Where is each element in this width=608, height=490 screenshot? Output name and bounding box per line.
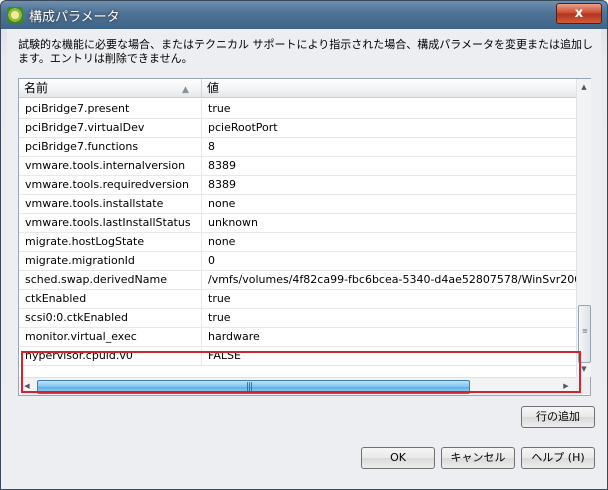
highlight-box (21, 351, 581, 393)
param-name: scsi0:0.ctkEnabled (19, 308, 202, 327)
table-row[interactable]: migrate.migrationId 0 (19, 251, 576, 271)
description-text: 試験的な機能に必要な場合、またはテクニカル サポートにより指示された場合、構成パ… (18, 38, 593, 65)
param-value[interactable]: pcieRootPort (202, 118, 576, 137)
app-icon (7, 7, 23, 23)
table-row[interactable]: sched.swap.derivedName/vmfs/volumes/4f82… (19, 270, 576, 290)
param-value[interactable]: 8 (202, 137, 576, 156)
param-name: migrate.migrationId (19, 251, 202, 270)
param-value[interactable]: none (202, 232, 576, 251)
param-value[interactable]: unknown (202, 213, 576, 232)
param-name: vmware.tools.lastInstallStatus (19, 213, 202, 232)
help-button[interactable]: ヘルプ (H) (521, 447, 595, 469)
param-name: pciBridge7.present (19, 99, 202, 118)
param-name: monitor.virtual_exec (19, 327, 202, 346)
table-row[interactable]: vmware.tools.internalversion 8389 (19, 156, 576, 176)
close-button[interactable]: x (556, 3, 602, 24)
column-header-value[interactable]: 値 (202, 79, 576, 97)
ok-button[interactable]: OK (361, 447, 435, 469)
param-name: vmware.tools.internalversion (19, 156, 202, 175)
cancel-button[interactable]: キャンセル (441, 447, 515, 469)
vertical-scrollbar[interactable]: ▲ ≡ ▼ (576, 79, 591, 377)
sort-ascending-icon: ▲ (182, 85, 189, 95)
parameter-grid: 名前 ▲ 値 pciBridge7.present true pciBridge7… (18, 78, 591, 396)
title-bar[interactable]: 構成パラメータ x (1, 1, 607, 29)
param-value[interactable]: 8389 (202, 156, 576, 175)
table-row[interactable]: scsi0:0.ctkEnabled true (19, 308, 576, 328)
param-name: pciBridge7.virtualDev (19, 118, 202, 137)
param-name: sched.swap.derivedName (19, 270, 202, 289)
dialog-body: 試験的な機能に必要な場合、またはテクニカル サポートにより指示された場合、構成パ… (7, 29, 601, 483)
grid-rows: pciBridge7.present true pciBridge7.virtua… (19, 99, 576, 377)
table-row[interactable]: pciBridge7.virtualDev pcieRootPort (19, 118, 576, 138)
param-name: vmware.tools.installstate (19, 194, 202, 213)
param-value[interactable]: true (202, 308, 576, 327)
param-name: pciBridge7.functions (19, 137, 202, 156)
table-row[interactable]: vmware.tools.requiredversion 8389 (19, 175, 576, 195)
param-name: vmware.tools.requiredversion (19, 175, 202, 194)
param-name: migrate.hostLogState (19, 232, 202, 251)
param-value[interactable]: none (202, 194, 576, 213)
param-name: ctkEnabled (19, 289, 202, 308)
param-value[interactable]: 8389 (202, 175, 576, 194)
grid-header: 名前 ▲ 値 (19, 79, 576, 98)
param-value[interactable]: 0 (202, 251, 576, 270)
add-row-button[interactable]: 行の追加 (521, 406, 595, 428)
table-row[interactable]: migrate.hostLogState none (19, 232, 576, 252)
param-value[interactable]: hardware (202, 327, 576, 346)
scroll-up-icon[interactable]: ▲ (578, 80, 590, 94)
param-value[interactable]: /vmfs/volumes/4f82ca99-fbc6bcea-5340-d4a… (202, 270, 576, 289)
table-row[interactable]: vmware.tools.installstate none (19, 194, 576, 214)
table-row[interactable]: pciBridge7.functions 8 (19, 137, 576, 157)
param-value[interactable]: true (202, 289, 576, 308)
param-value[interactable]: true (202, 99, 576, 118)
table-row[interactable]: monitor.virtual_exec hardware (19, 327, 576, 347)
column-header-name[interactable]: 名前 ▲ (19, 79, 202, 97)
table-row[interactable]: pciBridge7.present true (19, 99, 576, 119)
window-title: 構成パラメータ (29, 10, 120, 25)
dialog-window: 構成パラメータ x 試験的な機能に必要な場合、またはテクニカル サポートにより指… (0, 0, 608, 490)
table-row[interactable]: vmware.tools.lastInstallStatus unknown (19, 213, 576, 233)
table-row[interactable]: ctkEnabled true (19, 289, 576, 309)
